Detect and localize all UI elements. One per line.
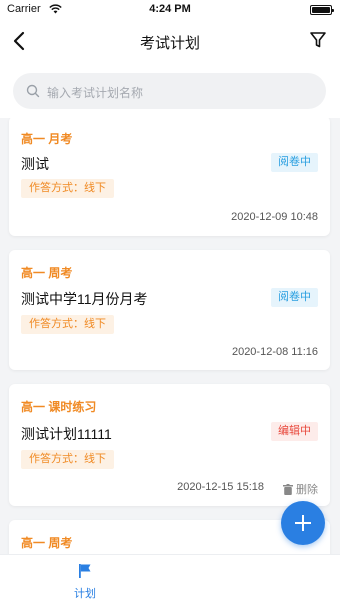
exam-plan-card[interactable]: 高一 课时练习 测试计划11111 编辑中 作答方式：线下 2020-12-15… (9, 384, 330, 506)
grade-type-label: 高一 月考 (21, 132, 73, 146)
answer-mode-tag: 作答方式：线下 (21, 315, 114, 334)
exam-plan-list: 高一 月考 测试 阅卷中 作答方式：线下 2020-12-09 10:48 高一… (0, 118, 340, 554)
status-bar: Carrier 4:24 PM (0, 0, 340, 20)
clock: 4:24 PM (149, 3, 191, 15)
battery-icon (310, 5, 334, 15)
nav-bar: 考试计划 (0, 20, 340, 62)
plus-icon-stroke (302, 515, 304, 531)
filter-icon[interactable] (308, 30, 328, 50)
status-badge: 阅卷中 (271, 288, 318, 307)
search-container: 输入考试计划名称 (0, 62, 340, 118)
status-badge: 阅卷中 (271, 153, 318, 172)
plan-name: 测试计划11111 (21, 426, 112, 442)
page-title: 考试计划 (139, 35, 200, 52)
delete-label: 删除 (296, 484, 318, 496)
grade-type-label: 高一 课时练习 (21, 400, 97, 414)
delete-button[interactable]: 删除 (283, 481, 318, 497)
search-placeholder: 输入考试计划名称 (47, 86, 144, 100)
grade-type-label: 高一 周考 (21, 536, 73, 550)
status-badge: 编辑中 (271, 422, 318, 441)
exam-plan-card[interactable]: 高一 周考 测试中学11月份月考 阅卷中 作答方式：线下 2020-12-08 … (9, 250, 330, 370)
tab-plan[interactable]: 计划 (60, 561, 110, 601)
exam-plan-card[interactable]: 高一 月考 测试 阅卷中 作答方式：线下 2020-12-09 10:48 (9, 118, 330, 236)
plan-name: 测试 (21, 156, 49, 172)
plan-date: 2020-12-15 15:18 (177, 481, 264, 493)
plan-name: 测试中学11月份月考 (21, 291, 148, 307)
flag-icon (79, 564, 91, 578)
plan-date: 2020-12-08 11:16 (231, 346, 318, 358)
search-icon (26, 84, 40, 98)
search-input[interactable]: 输入考试计划名称 (13, 73, 326, 109)
plan-date: 2020-12-09 10:48 (231, 211, 318, 223)
add-plan-button[interactable] (281, 501, 325, 545)
answer-mode-tag: 作答方式：线下 (21, 450, 114, 469)
trash-icon (283, 483, 293, 495)
answer-mode-tag: 作答方式：线下 (21, 179, 114, 198)
tab-bar: 计划 (0, 554, 340, 604)
tab-plan-label: 计划 (74, 588, 96, 600)
grade-type-label: 高一 周考 (21, 266, 73, 280)
